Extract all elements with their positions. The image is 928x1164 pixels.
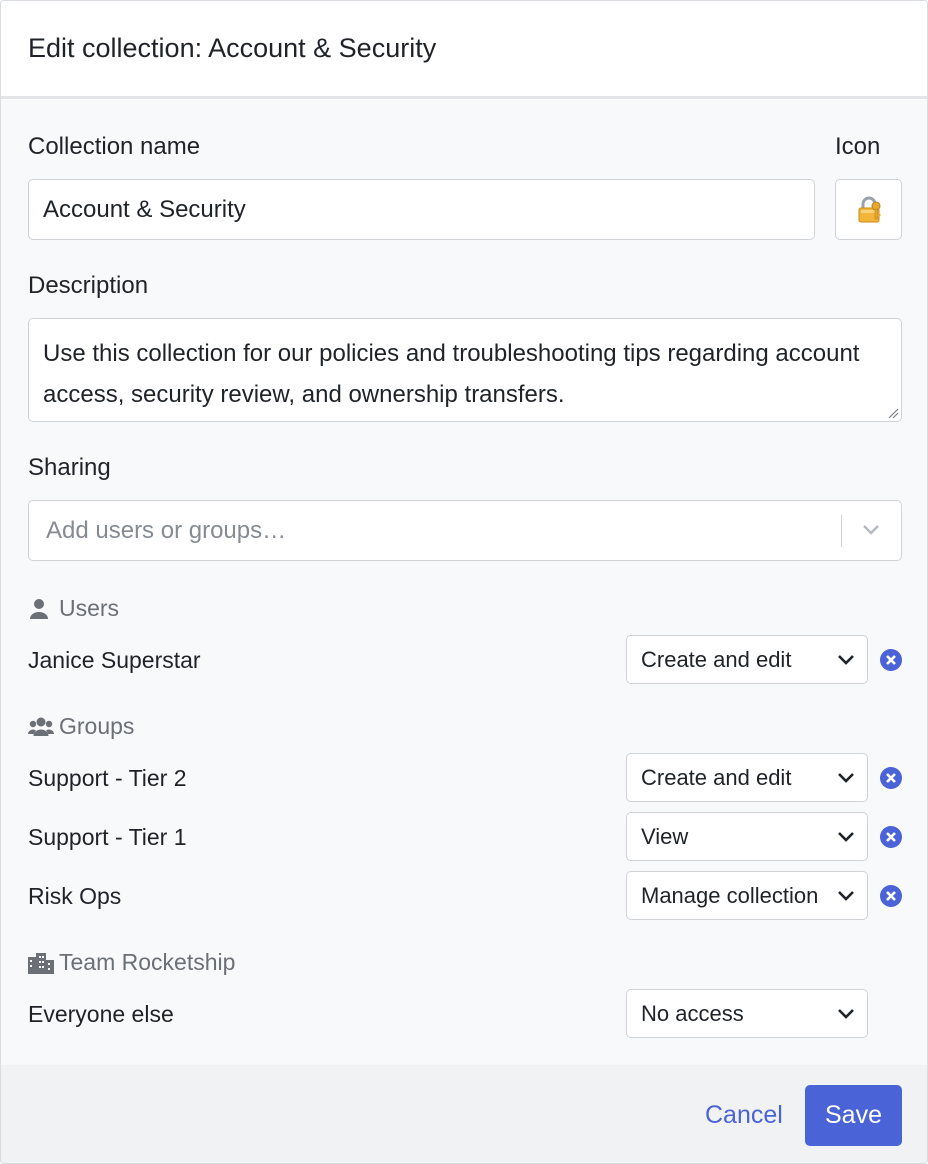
description-label: Description [28,272,149,299]
save-button[interactable]: Save [805,1085,902,1146]
divider [841,515,842,547]
resize-grip-icon[interactable] [887,407,899,419]
share-row-name: Support - Tier 2 [28,765,187,791]
groups-section-title: Groups [59,713,135,739]
permission-value: Create and edit [641,765,792,790]
share-row-name: Risk Ops [28,883,122,909]
chevron-down-icon [838,832,854,842]
remove-icon[interactable] [879,648,903,672]
building-icon [28,953,54,974]
permission-value: Manage collection [641,883,819,908]
icon-label: Icon [835,133,881,160]
collection-name-input[interactable]: Account & Security [28,179,815,240]
permission-value: No access [641,1001,744,1026]
users-group-icon [28,717,54,736]
collection-name-value: Account & Security [43,196,246,223]
users-section-header: Users [28,595,228,623]
permission-select[interactable]: Manage collection [626,871,868,920]
modal-footer: Cancel Save [1,1065,927,1163]
edit-collection-modal: Edit collection: Account & Security Coll… [0,0,928,1164]
chevron-down-icon [838,891,854,901]
share-row-name: Support - Tier 1 [28,824,187,850]
remove-icon[interactable] [879,766,903,790]
permission-value: Create and edit [641,647,792,672]
sharing-placeholder: Add users or groups… [46,517,287,544]
users-section-title: Users [59,595,120,621]
share-row-name: Everyone else [28,1001,174,1027]
share-row-name: Janice Superstar [28,647,201,673]
description-value: Use this collection for our policies and… [43,340,860,408]
lock-with-key-icon [858,196,881,223]
remove-icon[interactable] [879,884,903,908]
permission-select[interactable]: No access [626,989,868,1038]
cancel-button[interactable]: Cancel [705,1101,783,1130]
permission-select[interactable]: Create and edit [626,635,868,684]
groups-section-header: Groups [28,713,228,741]
icon-picker-button[interactable] [835,179,902,240]
permission-select[interactable]: Create and edit [626,753,868,802]
permission-select[interactable]: View [626,812,868,861]
user-icon [30,599,48,619]
collection-name-label: Collection name [28,133,201,160]
team-section-title: Team Rocketship [59,949,236,975]
chevron-down-icon [838,1009,854,1019]
modal-header: Edit collection: Account & Security [1,1,927,99]
remove-icon[interactable] [879,825,903,849]
sharing-search-input[interactable]: Add users or groups… [28,500,902,561]
permission-value: View [641,824,689,849]
description-textarea[interactable]: Use this collection for our policies and… [28,318,902,422]
team-section-header: Team Rocketship [28,949,288,977]
sharing-label: Sharing [28,454,111,481]
chevron-down-icon[interactable] [861,523,881,537]
chevron-down-icon [838,773,854,783]
modal-title: Edit collection: Account & Security [28,33,437,63]
chevron-down-icon [838,655,854,665]
